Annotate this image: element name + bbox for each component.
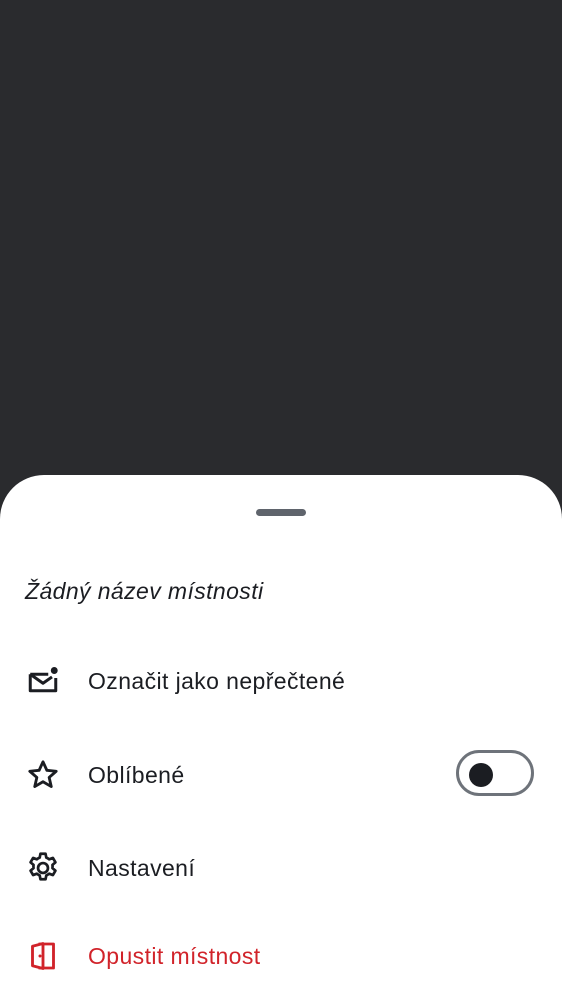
mark-unread-label: Označit jako nepřečtené [88, 667, 346, 694]
star-icon [24, 756, 62, 794]
leave-room-label: Opustit místnost [88, 942, 261, 969]
settings-label: Nastavení [88, 854, 196, 881]
room-name-title: Žádný název místnosti [25, 578, 264, 604]
screen: Žádný název místnosti Označit jako nepře… [0, 0, 562, 1000]
mark-unread-icon [24, 662, 62, 700]
bottom-sheet: Žádný název místnosti Označit jako nepře… [0, 475, 562, 1000]
mark-unread-item[interactable]: Označit jako nepřečtené [0, 649, 562, 713]
favourite-toggle[interactable] [456, 750, 534, 796]
gear-icon [24, 849, 62, 887]
drag-handle[interactable] [256, 509, 306, 516]
favourite-item[interactable]: Oblíbené [0, 743, 562, 807]
favourite-label: Oblíbené [88, 761, 185, 788]
background-scrim[interactable] [0, 0, 562, 475]
leave-door-icon [24, 937, 62, 975]
settings-item[interactable]: Nastavení [0, 836, 562, 900]
leave-room-item[interactable]: Opustit místnost [0, 924, 562, 988]
toggle-knob [469, 763, 493, 787]
